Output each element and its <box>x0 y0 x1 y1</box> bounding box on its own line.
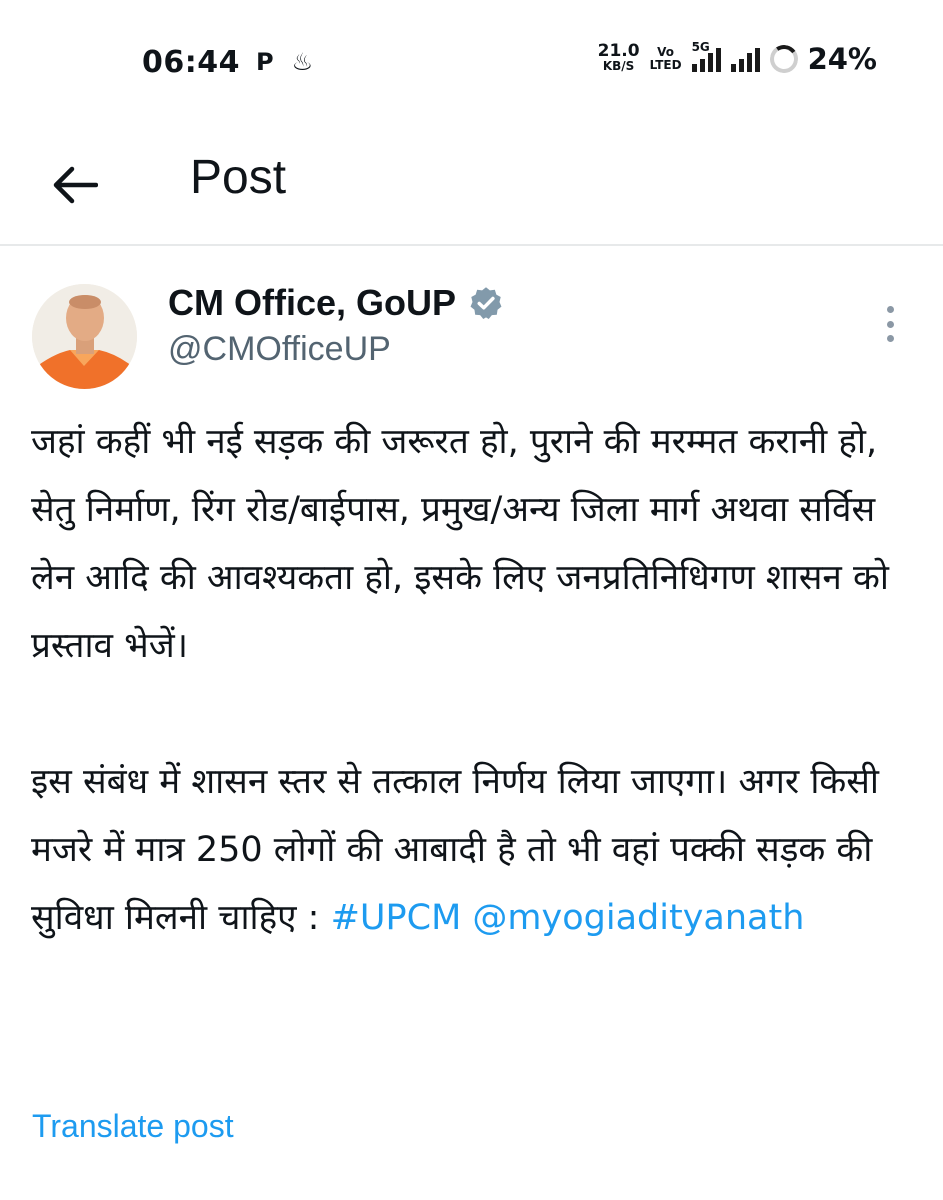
translate-post-link[interactable]: Translate post <box>32 1108 234 1145</box>
battery-percent: 24% <box>807 42 877 76</box>
more-dot-icon <box>886 306 894 313</box>
author-name[interactable]: CM Office, GoUP <box>168 282 456 324</box>
more-dot-icon <box>886 320 894 328</box>
post-header: Post <box>0 130 943 246</box>
network-speed: 21.0 KB/S <box>597 41 640 74</box>
volte-bottom: LTED <box>649 58 682 72</box>
signal-icon <box>730 46 760 72</box>
back-button[interactable] <box>40 150 110 220</box>
avatar-image <box>32 284 137 389</box>
notification-app-icon: ♨ <box>291 48 314 76</box>
arrow-left-icon <box>53 166 98 204</box>
post: CM Office, GoUP @CMOfficeUP जहां कहीं भी… <box>0 248 943 1200</box>
verified-badge-icon <box>470 287 502 320</box>
network-speed-unit: KB/S <box>602 59 635 73</box>
status-bar: 06:44 P ♨ 21.0 KB/S Vo LTED 5G 24% <box>0 0 943 130</box>
author-name-row[interactable]: CM Office, GoUP <box>168 282 504 324</box>
more-options-button[interactable] <box>872 302 908 346</box>
page-title: Post <box>190 151 287 204</box>
status-time: 06:44 <box>142 45 240 80</box>
more-dot-icon <box>886 335 894 342</box>
author-handle[interactable]: @CMOfficeUP <box>168 330 391 369</box>
post-text: जहां कहीं भी नई सड़क की जरूरत हो, पुराने… <box>31 408 911 952</box>
mention-link[interactable]: @myogiadityanath <box>472 898 804 938</box>
signal-5g-icon: 5G <box>691 40 721 72</box>
avatar[interactable] <box>32 284 137 389</box>
post-paragraph-1: जहां कहीं भी नई सड़क की जरूरत हो, पुराने… <box>31 422 889 666</box>
battery-icon <box>767 42 800 76</box>
network-type-label: 5G <box>691 40 710 54</box>
notification-p-icon: P <box>256 48 274 76</box>
network-speed-value: 21.0 <box>597 41 640 61</box>
volte-indicator: Vo LTED <box>650 46 682 72</box>
status-right-icons: 21.0 KB/S Vo LTED 5G 24% <box>597 40 877 76</box>
post-paragraph-2: इस संबंध में शासन स्तर से तत्काल निर्णय … <box>31 748 911 952</box>
hashtag-link[interactable]: #UPCM <box>331 898 462 938</box>
status-left-icons: P ♨ <box>256 48 313 76</box>
